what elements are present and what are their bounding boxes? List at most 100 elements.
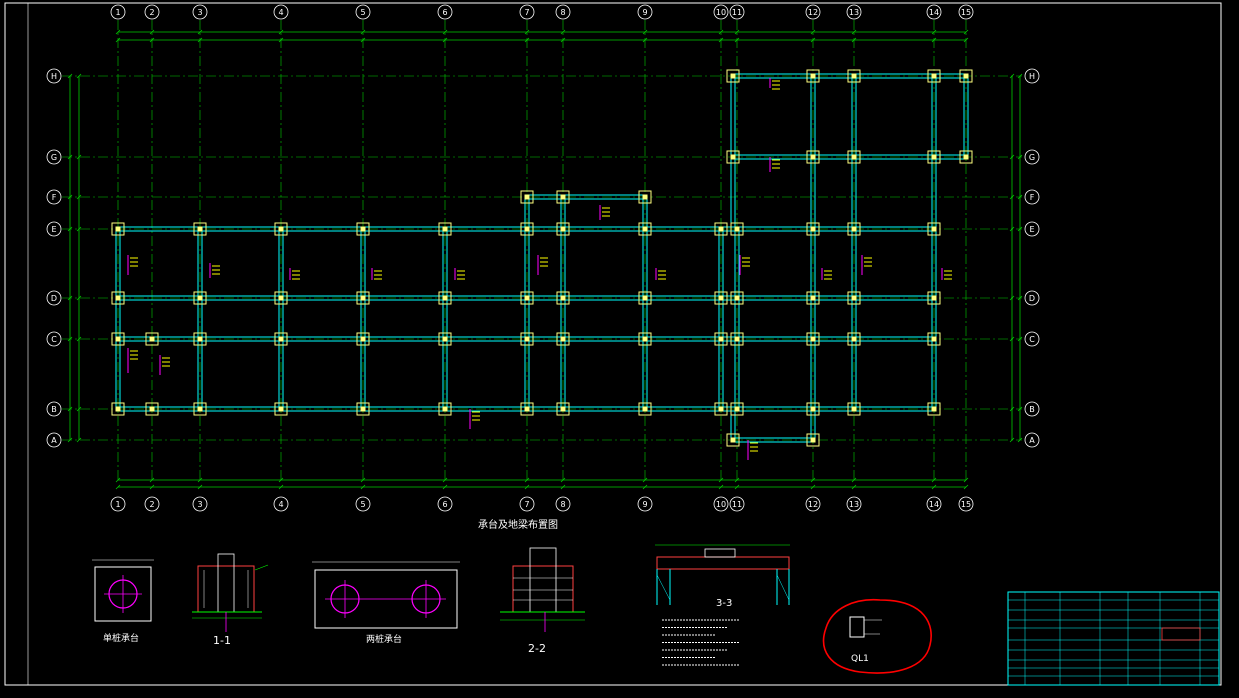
general-notes: [662, 619, 740, 666]
column: [560, 336, 566, 342]
axis-bubble-col-label: 15: [961, 8, 971, 17]
axis-bubble-col-label: 3: [197, 500, 202, 509]
column: [718, 226, 724, 232]
column: [810, 437, 816, 443]
red-highlight-circle: [822, 598, 932, 674]
axis-bubble-col-label: 1: [115, 8, 120, 17]
column: [278, 226, 284, 232]
axis-bubble-col-label: 4: [278, 8, 283, 17]
column: [931, 295, 937, 301]
axis-bubble-col-label: 11: [732, 8, 742, 17]
column: [642, 295, 648, 301]
column: [851, 406, 857, 412]
detail-double-pile-cap[interactable]: [312, 561, 460, 629]
column: [278, 406, 284, 412]
axis-bubble-row-label: B: [51, 405, 57, 414]
column: [810, 295, 816, 301]
axis-bubble-row-label: F: [52, 193, 57, 202]
detail-ql1[interactable]: [849, 616, 882, 638]
axis-bubble-row-label: E: [51, 225, 56, 234]
detail-section-1-1[interactable]: [192, 553, 269, 632]
section-3-3-label: 3-3: [716, 598, 733, 609]
column: [442, 295, 448, 301]
column: [115, 295, 121, 301]
column: [730, 154, 736, 160]
column: [442, 406, 448, 412]
drawing-title: 承台及地梁布置图: [478, 520, 558, 531]
column: [931, 406, 937, 412]
axis-bubble-col-label: 7: [524, 500, 529, 509]
axis-bubble-col-label: 1: [115, 500, 120, 509]
axis-bubble-col-label: 13: [849, 8, 859, 17]
column: [115, 336, 121, 342]
column: [115, 226, 121, 232]
axis-bubble-col-label: 13: [849, 500, 859, 509]
column: [718, 336, 724, 342]
column: [149, 406, 155, 412]
axis-bubble-row-label: B: [1029, 405, 1035, 414]
section-1-1-label: 1-1: [213, 634, 231, 647]
detail-section-3-3[interactable]: [655, 544, 790, 605]
axis-bubble-col-label: 11: [732, 500, 742, 509]
column: [197, 406, 203, 412]
tb-red-box: [1161, 627, 1201, 641]
column: [442, 226, 448, 232]
column: [197, 295, 203, 301]
axis-bubble-row-label: F: [1030, 193, 1035, 202]
axis-bubble-row-label: E: [1029, 225, 1034, 234]
column: [810, 336, 816, 342]
axis-bubble-col-label: 6: [442, 8, 447, 17]
single-pile-cap-label: 单桩承台: [103, 634, 140, 644]
column: [730, 437, 736, 443]
column: [851, 154, 857, 160]
axis-bubble-row-label: G: [51, 153, 57, 162]
axis-bubble-row-label: H: [51, 72, 57, 81]
column: [560, 226, 566, 232]
column: [149, 336, 155, 342]
cad-drawing-canvas[interactable]: 1122334455667788991010111112121313141415…: [0, 0, 1239, 698]
column: [560, 194, 566, 200]
column: [931, 154, 937, 160]
axis-bubble-col-label: 2: [149, 8, 154, 17]
axis-bubble-row-label: D: [51, 294, 57, 303]
column: [524, 406, 530, 412]
axis-bubble-row-label: A: [51, 436, 57, 445]
column: [851, 336, 857, 342]
axis-bubble-col-label: 3: [197, 8, 202, 17]
axis-bubble-col-label: 2: [149, 500, 154, 509]
column: [642, 406, 648, 412]
column: [734, 226, 740, 232]
column: [931, 73, 937, 79]
detail-single-pile-cap[interactable]: [92, 559, 154, 622]
column: [115, 406, 121, 412]
dimension-lines: [67, 29, 1023, 490]
axis-bubble-col-label: 7: [524, 8, 529, 17]
axis-bubble-col-label: 15: [961, 500, 971, 509]
column: [360, 295, 366, 301]
axis-bubble-col-label: 9: [642, 500, 647, 509]
column: [197, 226, 203, 232]
column: [642, 336, 648, 342]
beam-annotations: [127, 78, 952, 460]
column: [560, 295, 566, 301]
double-pile-cap-label: 两桩承台: [366, 635, 403, 645]
axis-bubble-col-label: 8: [560, 500, 565, 509]
column: [963, 73, 969, 79]
axis-bubble-col-label: 8: [560, 8, 565, 17]
detail-section-2-2[interactable]: [500, 547, 585, 632]
column: [360, 336, 366, 342]
axis-bubble-row-label: C: [1029, 335, 1035, 344]
axis-bubble-col-label: 14: [929, 8, 939, 17]
axis-bubble-row-label: A: [1029, 436, 1035, 445]
column: [718, 406, 724, 412]
axis-bubble-col-label: 10: [716, 8, 726, 17]
section-2-2-label: 2-2: [528, 642, 546, 655]
column: [730, 73, 736, 79]
column: [931, 226, 937, 232]
axis-bubble-col-label: 12: [808, 8, 818, 17]
column: [810, 406, 816, 412]
column: [810, 226, 816, 232]
axis-bubble-col-label: 5: [360, 500, 365, 509]
title-block: [1007, 591, 1220, 686]
column: [560, 406, 566, 412]
